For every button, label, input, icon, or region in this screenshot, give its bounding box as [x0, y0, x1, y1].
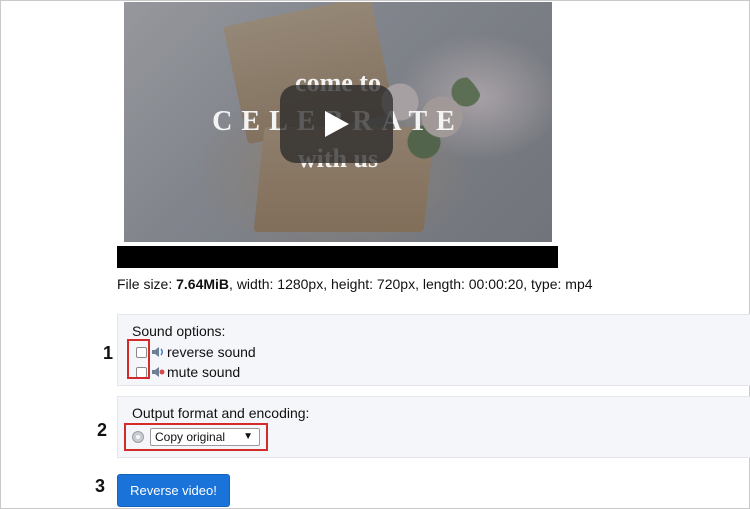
- highlight-sound-checkboxes: [127, 339, 150, 379]
- video-progress-bar: [117, 246, 558, 268]
- speaker-muted-icon: [152, 367, 165, 377]
- step-number-3: 3: [95, 476, 106, 496]
- step-number-2: 2: [97, 420, 108, 440]
- file-info-prefix: File size:: [117, 276, 177, 292]
- sound-options-panel: Sound options: reverse sound mute sound: [117, 314, 750, 386]
- highlight-format-select: [124, 423, 268, 451]
- reverse-sound-label: reverse sound: [167, 344, 256, 360]
- mute-sound-label: mute sound: [167, 364, 241, 380]
- output-format-title: Output format and encoding:: [132, 405, 310, 421]
- mute-sound-option[interactable]: mute sound: [136, 363, 240, 381]
- file-info-details: , width: 1280px, height: 720px, length: …: [229, 276, 593, 292]
- reverse-video-button[interactable]: Reverse video!: [117, 474, 230, 507]
- speaker-icon: [152, 347, 163, 357]
- video-preview[interactable]: come to CELEBRATE with us: [124, 2, 552, 242]
- file-size-value: 7.64MiB: [176, 276, 230, 292]
- play-icon: [325, 111, 349, 137]
- step-number-1: 1: [103, 343, 114, 363]
- sound-options-title: Sound options:: [132, 323, 226, 339]
- file-info: File size: 7.64MiB, width: 1280px, heigh…: [117, 276, 593, 292]
- play-button[interactable]: [280, 85, 393, 163]
- reverse-sound-option[interactable]: reverse sound: [136, 343, 256, 361]
